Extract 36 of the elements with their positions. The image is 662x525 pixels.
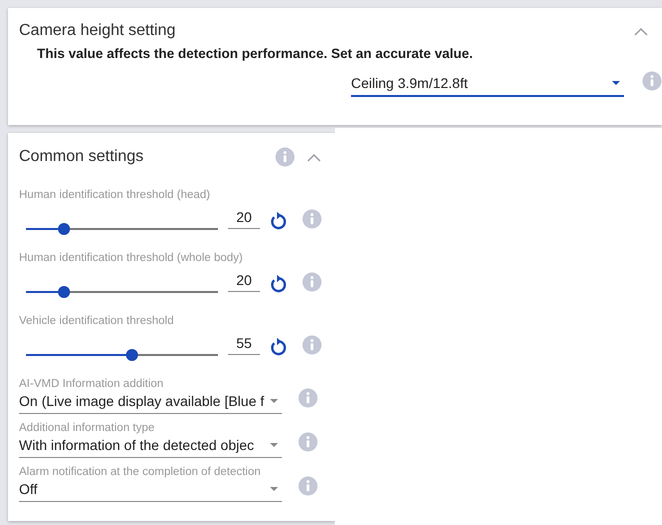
- notice-text: This value affects the detection performance. Set an accurate value.: [37, 46, 473, 61]
- collapse-chevron-icon[interactable]: [634, 26, 648, 36]
- info-icon[interactable]: [302, 272, 322, 292]
- value-input-field[interactable]: 20: [228, 272, 260, 292]
- dropdown-caret-icon: [270, 443, 278, 447]
- slider-thumb[interactable]: [126, 349, 138, 361]
- field-label: AI-VMD Information addition: [19, 378, 164, 390]
- dropdown-field[interactable]: With information of the detected objec: [19, 435, 282, 458]
- info-icon[interactable]: [298, 432, 318, 452]
- dropdown-caret-icon: [612, 81, 620, 85]
- info-icon[interactable]: [302, 209, 322, 229]
- slider-label: Human identification threshold (head): [19, 189, 212, 201]
- field-label: Alarm notification at the completion of detection: [19, 466, 262, 478]
- dropdown-field[interactable]: On (Live image display available [Blue f: [19, 391, 282, 414]
- reset-icon[interactable]: [268, 211, 288, 231]
- info-icon[interactable]: [302, 335, 322, 355]
- dropdown-caret-icon: [270, 487, 278, 491]
- info-icon[interactable]: [275, 147, 295, 167]
- slider-label: Vehicle identification threshold: [19, 315, 175, 327]
- info-icon[interactable]: [642, 71, 662, 91]
- slider-thumb[interactable]: [58, 223, 70, 235]
- collapse-chevron-icon[interactable]: [307, 152, 321, 162]
- reset-icon[interactable]: [268, 274, 288, 294]
- value-input-field[interactable]: 20: [228, 209, 260, 229]
- section-title: Common settings: [19, 148, 144, 166]
- info-icon[interactable]: [298, 476, 318, 496]
- dropdown-field[interactable]: Ceiling 3.9m/12.8ft: [351, 73, 624, 97]
- slider-thumb[interactable]: [58, 286, 70, 298]
- reset-icon[interactable]: [268, 337, 288, 357]
- value-input-field[interactable]: 55: [228, 335, 260, 355]
- slider-label: Human identification threshold (whole body): [19, 252, 244, 264]
- field-label: Additional information type: [19, 422, 156, 434]
- dropdown-field[interactable]: Off: [19, 479, 282, 502]
- section-title: Camera height setting: [19, 22, 177, 40]
- dropdown-caret-icon: [270, 399, 278, 403]
- info-icon[interactable]: [298, 388, 318, 408]
